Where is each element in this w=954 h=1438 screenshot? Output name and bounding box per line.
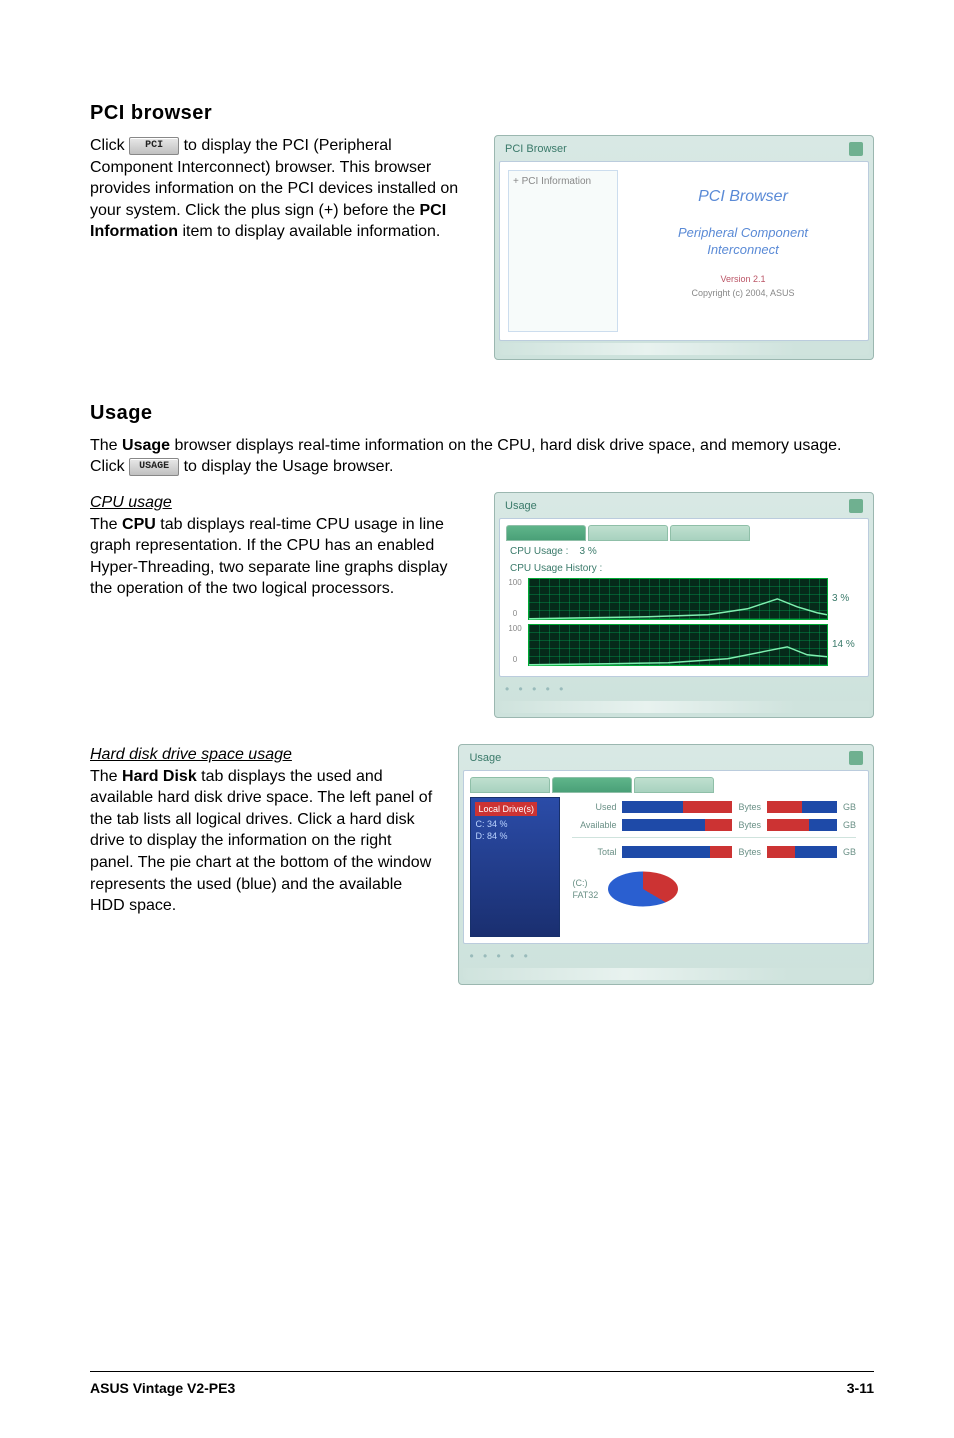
avail-bar (622, 819, 732, 831)
usage-tabs (470, 777, 862, 793)
tab-cpu[interactable] (506, 525, 586, 541)
hdd-para-a: The (90, 768, 122, 785)
pie-legend-drive: (C:) (572, 877, 598, 890)
pci-right-title: PCI Browser (698, 186, 788, 208)
window-sheen (499, 343, 869, 355)
cpu-axis-100: 100 (506, 578, 524, 589)
avail-val-unit: GB (843, 819, 856, 831)
used-val-unit: GB (843, 801, 856, 813)
total-unit: Bytes (738, 846, 761, 858)
cpu-usage-window: Usage CPU Usage : 3 % CPU Usage History (494, 492, 874, 718)
avail-unit: Bytes (738, 819, 761, 831)
hdd-para-b: tab displays the used and available hard… (90, 768, 432, 915)
hd-divider (572, 837, 856, 838)
tab-memory[interactable] (670, 525, 750, 541)
cpu-graph-1 (528, 578, 828, 620)
footer-right: 3-11 (847, 1379, 874, 1398)
cpu-win-title: Usage (505, 499, 537, 514)
pci-tree-root[interactable]: + PCI Information (513, 175, 613, 189)
usage-button-icon: USAGE (129, 458, 179, 476)
drive-list-header: Local Drive(s) (475, 802, 537, 816)
pci-paragraph: Click PCI to display the PCI (Peripheral… (90, 135, 470, 243)
used-unit: Bytes (738, 801, 761, 813)
usage-tabs (506, 525, 862, 541)
usage-intro-a: The (90, 437, 122, 454)
footer-left: ASUS Vintage V2-PE3 (90, 1379, 235, 1398)
total-val-unit: GB (843, 846, 856, 858)
used-label: Used (572, 801, 616, 813)
avail-label: Available (572, 819, 616, 831)
tab-cpu[interactable] (470, 777, 550, 793)
pci-copyright: Copyright (c) 2004, ASUS (691, 287, 794, 299)
close-icon[interactable] (849, 751, 863, 765)
window-sheen (499, 701, 869, 713)
avail-val (767, 819, 837, 831)
pci-tree-panel[interactable]: + PCI Information (508, 170, 618, 332)
cpu-graph-2 (528, 624, 828, 666)
tab-hdd[interactable] (552, 777, 632, 793)
pci-win-title: PCI Browser (505, 142, 567, 157)
usage-intro-bold: Usage (122, 437, 170, 454)
pci-right-sub-b: Interconnect (707, 242, 779, 259)
total-val (767, 846, 837, 858)
pie-legend-fs: FAT32 (572, 889, 598, 902)
hdd-pie-chart (608, 864, 678, 914)
cpu-graph2-pct: 14 % (832, 638, 862, 652)
cpu-history-label: CPU Usage History : (510, 562, 862, 576)
usage-intro-c: to display the Usage browser. (184, 458, 394, 475)
drive-item-d[interactable]: D: 84 % (475, 830, 555, 842)
usage-intro: The Usage browser displays real-time inf… (90, 435, 874, 478)
cpu-subheading: CPU usage (90, 492, 470, 514)
cpu-axis-100: 100 (506, 624, 524, 635)
total-label: Total (572, 846, 616, 858)
footer-rule (90, 1371, 874, 1372)
hdd-win-title: Usage (469, 751, 501, 766)
hdd-subheading: Hard disk drive space usage (90, 744, 434, 766)
hdd-para-bold: Hard Disk (122, 768, 197, 785)
pci-button-icon: PCI (129, 137, 179, 155)
cpu-paragraph: The CPU tab displays real-time CPU usage… (90, 514, 470, 600)
hdd-usage-window: Usage Local Drive(s) C: 34 % D: 84 % (458, 744, 874, 985)
close-icon[interactable] (849, 142, 863, 156)
cpu-usage-pct-top: 3 % (579, 546, 596, 557)
pci-version: Version 2.1 (720, 273, 765, 285)
window-sheen (463, 968, 869, 980)
close-icon[interactable] (849, 499, 863, 513)
pci-browser-window: PCI Browser + PCI Information PCI Browse… (494, 135, 874, 360)
pci-text-c: item to display available information. (182, 223, 440, 240)
cpu-axis-0: 0 (506, 609, 524, 620)
tab-memory[interactable] (634, 777, 714, 793)
cpu-para-a: The (90, 516, 122, 533)
cpu-axis-0: 0 (506, 655, 524, 666)
cpu-para-bold: CPU (122, 516, 156, 533)
drive-item-c[interactable]: C: 34 % (475, 818, 555, 830)
used-bar (622, 801, 732, 813)
used-val (767, 801, 837, 813)
cpu-graph1-pct: 3 % (832, 592, 862, 606)
drive-list-panel: Local Drive(s) C: 34 % D: 84 % (470, 797, 560, 937)
pci-heading: PCI browser (90, 100, 874, 127)
window-dots: • • • • • (499, 677, 869, 699)
cpu-usage-label: CPU Usage : (510, 546, 568, 557)
pci-text-a: Click (90, 137, 129, 154)
tab-hdd[interactable] (588, 525, 668, 541)
usage-heading: Usage (90, 400, 874, 427)
total-bar (622, 846, 732, 858)
hdd-paragraph: The Hard Disk tab displays the used and … (90, 766, 434, 917)
pci-right-sub-a: Peripheral Component (678, 225, 808, 242)
window-dots: • • • • • (463, 944, 869, 966)
